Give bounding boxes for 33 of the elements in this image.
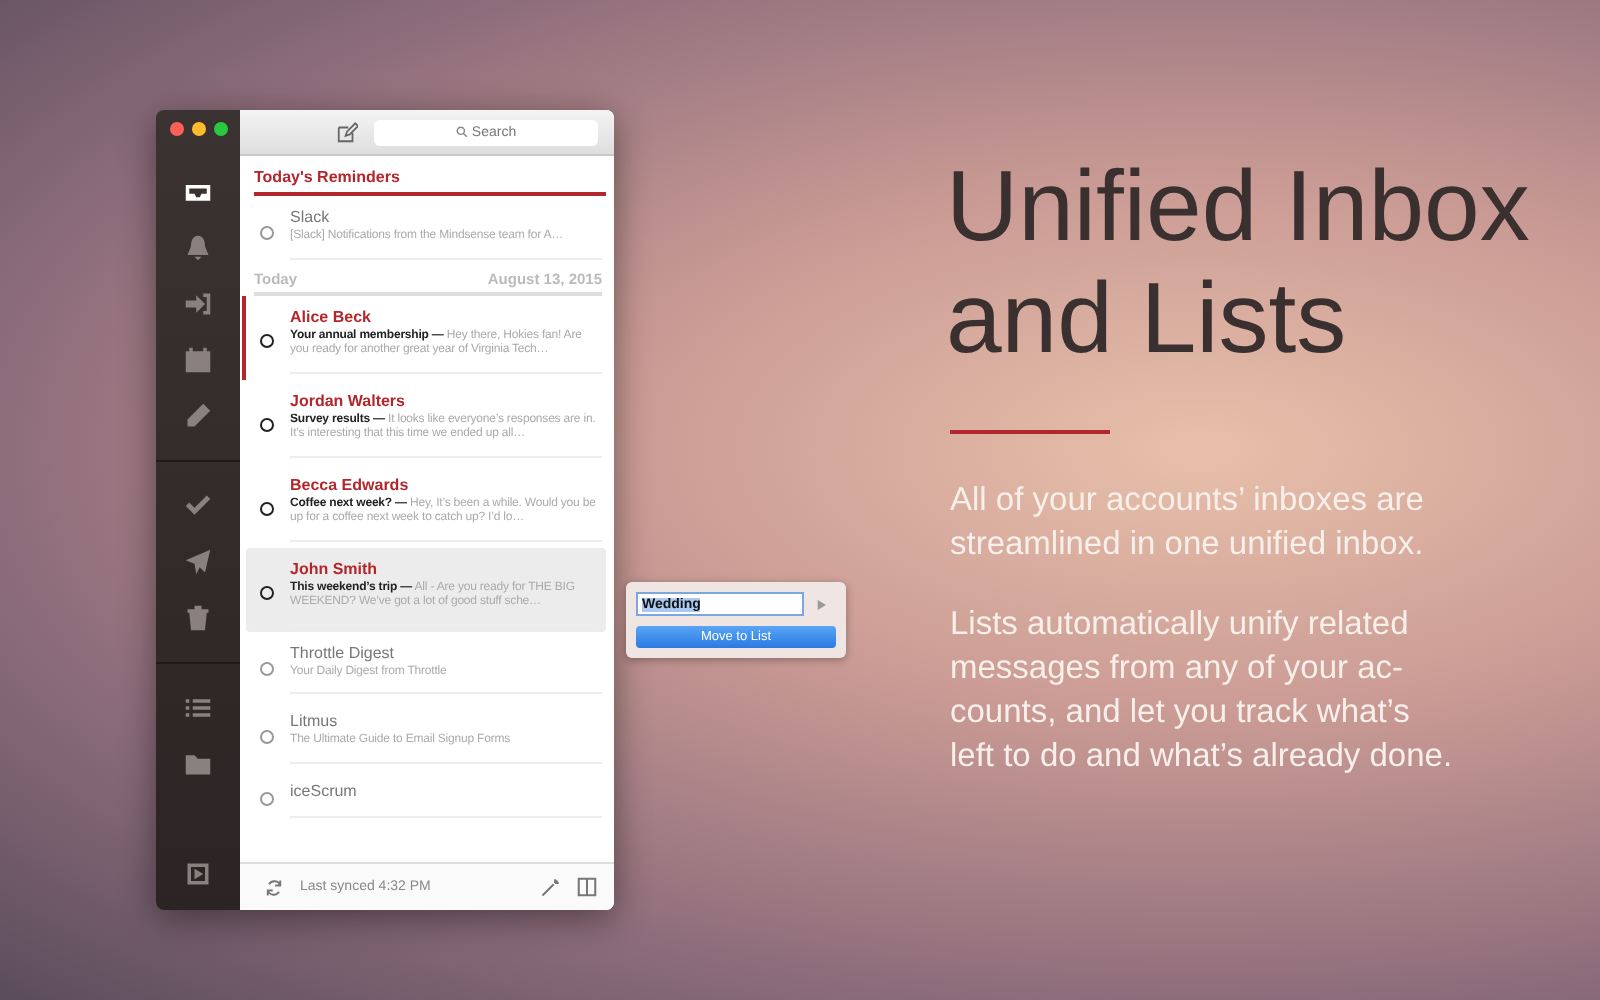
description: Lists automatically unify related messages from any of your ac- counts, and let you track what’s left to do and what’s already done. (950, 604, 1455, 778)
status-circle[interactable] (260, 585, 274, 599)
split-view-icon[interactable] (576, 876, 598, 898)
compose-icon[interactable] (336, 121, 358, 143)
arrow-icon[interactable] (816, 599, 826, 609)
headline: Unified Inbox and Lists (946, 150, 1530, 374)
message-row[interactable]: iceScrum (240, 769, 614, 823)
sync-icon[interactable] (264, 877, 284, 897)
sender-name: Jordan Walters (290, 391, 407, 409)
folder-icon[interactable] (184, 750, 212, 778)
sender-name: Throttle Digest (290, 643, 397, 661)
calendar-icon[interactable] (184, 346, 212, 374)
sender-name: Alice Beck (290, 307, 373, 325)
status-circle[interactable] (260, 417, 274, 431)
sender-name: John Smith (290, 559, 380, 577)
section-header: Today's Reminders (254, 168, 606, 196)
trash-icon[interactable] (184, 604, 212, 632)
sender-name: Becca Edwards (290, 475, 411, 493)
magic-wand-icon[interactable] (540, 877, 560, 897)
checkmark-icon[interactable] (184, 492, 212, 520)
sign-in-icon[interactable] (184, 290, 212, 318)
status-circle[interactable] (260, 333, 274, 347)
sender-name: Litmus (290, 712, 340, 730)
sender-name: Slack (290, 208, 332, 226)
paper-plane-icon[interactable] (184, 548, 212, 576)
search-icon (456, 126, 468, 138)
list-icon[interactable] (184, 694, 212, 722)
bell-icon[interactable] (184, 234, 212, 262)
status-circle[interactable] (260, 501, 274, 515)
sender-name: iceScrum (290, 781, 359, 799)
description: All of your accounts’ inboxes are streamlined in one unified inbox. (950, 480, 1426, 566)
play-box-icon[interactable] (184, 860, 212, 888)
pencil-icon[interactable] (184, 402, 212, 430)
